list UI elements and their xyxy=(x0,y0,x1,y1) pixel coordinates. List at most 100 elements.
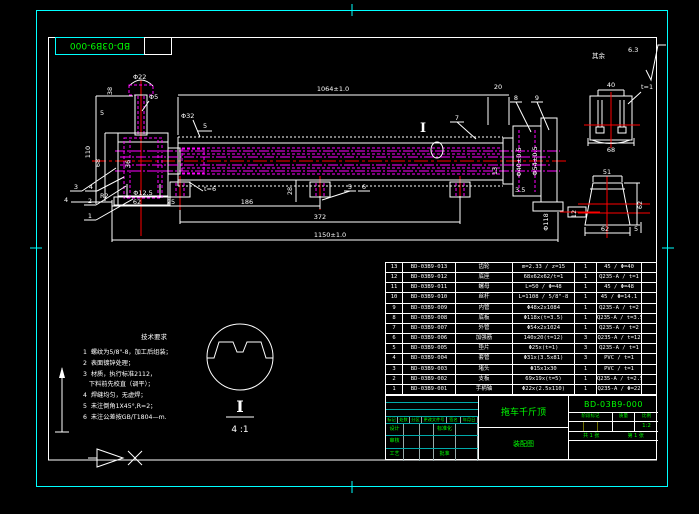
bom-material: Q235-A / t=1 xyxy=(597,273,642,283)
info-area: BD-03B9-000 阶段标记 质量 比例 1:2 共 1 张 第 1 张 xyxy=(569,396,658,459)
bom-name: 手柄轴 xyxy=(456,384,513,395)
bom-no: 13 xyxy=(386,263,403,273)
bom-code: BD-03B9-012 xyxy=(403,273,456,283)
bom-material: Q235-A / t=2 xyxy=(597,303,642,313)
dim-r2: R2 xyxy=(100,192,109,200)
detail-caption-scale: 4 :1 xyxy=(231,425,248,435)
revision-header-row: 标记 处数 分区 更改文件号 签名 年月日 xyxy=(386,417,478,424)
bom-no: 6 xyxy=(386,334,403,344)
bom-row: 6 BD-03B9-006 加强筋 140x20(t=12) 3 Q235-A … xyxy=(386,334,656,345)
detail-caption-letter: I xyxy=(236,397,243,416)
dim-phi40: Φ40±0.5 xyxy=(515,147,523,176)
name-area: 拖车千斤顶 装配图 xyxy=(479,396,569,459)
bom-spec: m=2.33 / z=15 xyxy=(513,263,575,273)
bom-name: 垫片 xyxy=(456,344,513,354)
bom-spec: Φ25x(t=1) xyxy=(513,344,575,354)
roughness-value: 6.3 xyxy=(628,46,638,54)
sig-cell xyxy=(404,424,420,436)
bom-spec: 140x20(t=12) xyxy=(513,334,575,344)
bom-qty: 3 xyxy=(575,344,597,354)
bom-remark xyxy=(642,365,656,374)
bom-row: 4 BD-03B9-004 套管 Φ31x(3.5x81) 3 PVC / t=… xyxy=(386,354,656,365)
bom-remark xyxy=(642,293,656,302)
scale-value: 1:2 xyxy=(642,423,651,429)
dim-phi22: Φ22 xyxy=(133,73,146,81)
revision-header-cell: 年月日 xyxy=(461,417,478,423)
bom-name: 螺母 xyxy=(456,283,513,293)
roughness-prefix: 其余 xyxy=(592,51,606,60)
dim-68: 68 xyxy=(94,159,102,167)
bom-remark xyxy=(642,385,656,394)
sheet-type: 装配图 xyxy=(513,440,534,448)
stage-cells xyxy=(569,422,613,431)
bom-row: 7 BD-03B9-007 外管 Φ54x2x1024 1 Q235-A / t… xyxy=(386,323,656,335)
bom-remark xyxy=(642,344,656,353)
bom-row: 13 BD-03B9-013 齿轮 m=2.33 / z=15 1 45 / Φ… xyxy=(386,263,656,274)
bom-name: 齿轮 xyxy=(456,263,513,273)
bom-code: BD-03B9-013 xyxy=(403,263,456,273)
note-line: 下料前先校直（调平）； xyxy=(83,381,154,389)
bom-spec: Φ15x1x30 xyxy=(513,364,575,374)
bom-no: 9 xyxy=(386,303,403,313)
balloon-1: 1 xyxy=(88,212,92,220)
dim-t6: t=6 xyxy=(204,185,216,193)
dim-4: 4 xyxy=(64,196,68,204)
bom-remark xyxy=(642,273,656,282)
revision-area: 标记 处数 分区 更改文件号 签名 年月日 设计 标准化 审核 工艺 批准 xyxy=(386,396,479,461)
dim-110: 110 xyxy=(84,146,92,158)
bom-qty: 1 xyxy=(575,313,597,323)
signature-row: 设计 标准化 xyxy=(386,424,478,437)
dim-phi54: Φ54±0.5 xyxy=(531,146,539,175)
bom-material: PVC / t=1 xyxy=(597,354,642,364)
bom-code: BD-03B9-008 xyxy=(403,313,456,323)
weight-label: 质量 xyxy=(613,413,635,421)
dim-20: 20 xyxy=(494,83,502,91)
bom-remark xyxy=(642,354,656,363)
bom-code: BD-03B9-006 xyxy=(403,334,456,344)
sig-cell xyxy=(420,436,434,448)
detail-marker-letter: I xyxy=(420,121,426,136)
bom-spec: 68x62x62/t=1 xyxy=(513,273,575,283)
sheet-number: 第 1 张 xyxy=(627,433,644,439)
projection-cone-icon xyxy=(96,448,125,468)
dim-36: 36 xyxy=(124,160,132,168)
dim-5c: 5 xyxy=(634,225,638,233)
bom-no: 7 xyxy=(386,323,403,334)
bom-material: Q235-A / t=1 xyxy=(597,344,642,354)
bom-remark xyxy=(642,314,656,323)
info-labels: 阶段标记 质量 比例 xyxy=(569,413,658,422)
bom-code: BD-03B9-005 xyxy=(403,344,456,354)
bom-code: BD-03B9-007 xyxy=(403,323,456,334)
bom-row: 11 BD-03B9-011 螺母 L=50 / Φ=48 1 45 / Φ=4… xyxy=(386,283,656,294)
bom-material: Q235-A / t=3.5 xyxy=(597,313,642,323)
bom-remark xyxy=(642,263,656,272)
note-line: 6 未注公差按GB/T1804—m. xyxy=(83,413,167,421)
cad-drawing-canvas[interactable]: BD-03B9-000 其余 6.3 I 1064±1.0 20 8 9 7 Φ… xyxy=(0,0,699,514)
bom-no: 5 xyxy=(386,344,403,354)
bom-row: 10 BD-03B9-010 丝杆 L=1108 / 5/8"-8 1 45 /… xyxy=(386,293,656,304)
balloon-4: 4 xyxy=(89,183,93,191)
bom-material: Q235-A / t=2.5 xyxy=(597,374,642,384)
dim-51: 51 xyxy=(603,168,611,176)
bom-no: 3 xyxy=(386,364,403,374)
dim-40: 40 xyxy=(607,81,615,89)
bom-no: 11 xyxy=(386,283,403,293)
bom-remark xyxy=(642,283,656,292)
bom-remark xyxy=(642,375,656,384)
notes-title: 技术要求 xyxy=(141,333,167,341)
sig-cell xyxy=(404,436,420,448)
sig-label-left: 工艺 xyxy=(386,448,404,461)
bom-name: 外管 xyxy=(456,323,513,334)
bom-qty: 3 xyxy=(575,334,597,344)
revision-header-cell: 分区 xyxy=(410,417,422,423)
bom-row: 2 BD-03B9-002 支板 69x19x(t=5) 1 Q235-A / … xyxy=(386,374,656,385)
bom-name: 丝杆 xyxy=(456,293,513,303)
bom-qty: 1 xyxy=(575,384,597,395)
bom-no: 1 xyxy=(386,384,403,395)
bom-row: 5 BD-03B9-005 垫片 Φ25x(t=1) 3 Q235-A / t=… xyxy=(386,344,656,355)
bom-qty: 1 xyxy=(575,323,597,334)
dim-12: 12 xyxy=(570,210,578,218)
dim-1064: 1064±1.0 xyxy=(317,85,349,93)
bom-spec: Φ31x(3.5x81) xyxy=(513,354,575,364)
note-line: 2 表面镀锌处理； xyxy=(83,359,135,367)
